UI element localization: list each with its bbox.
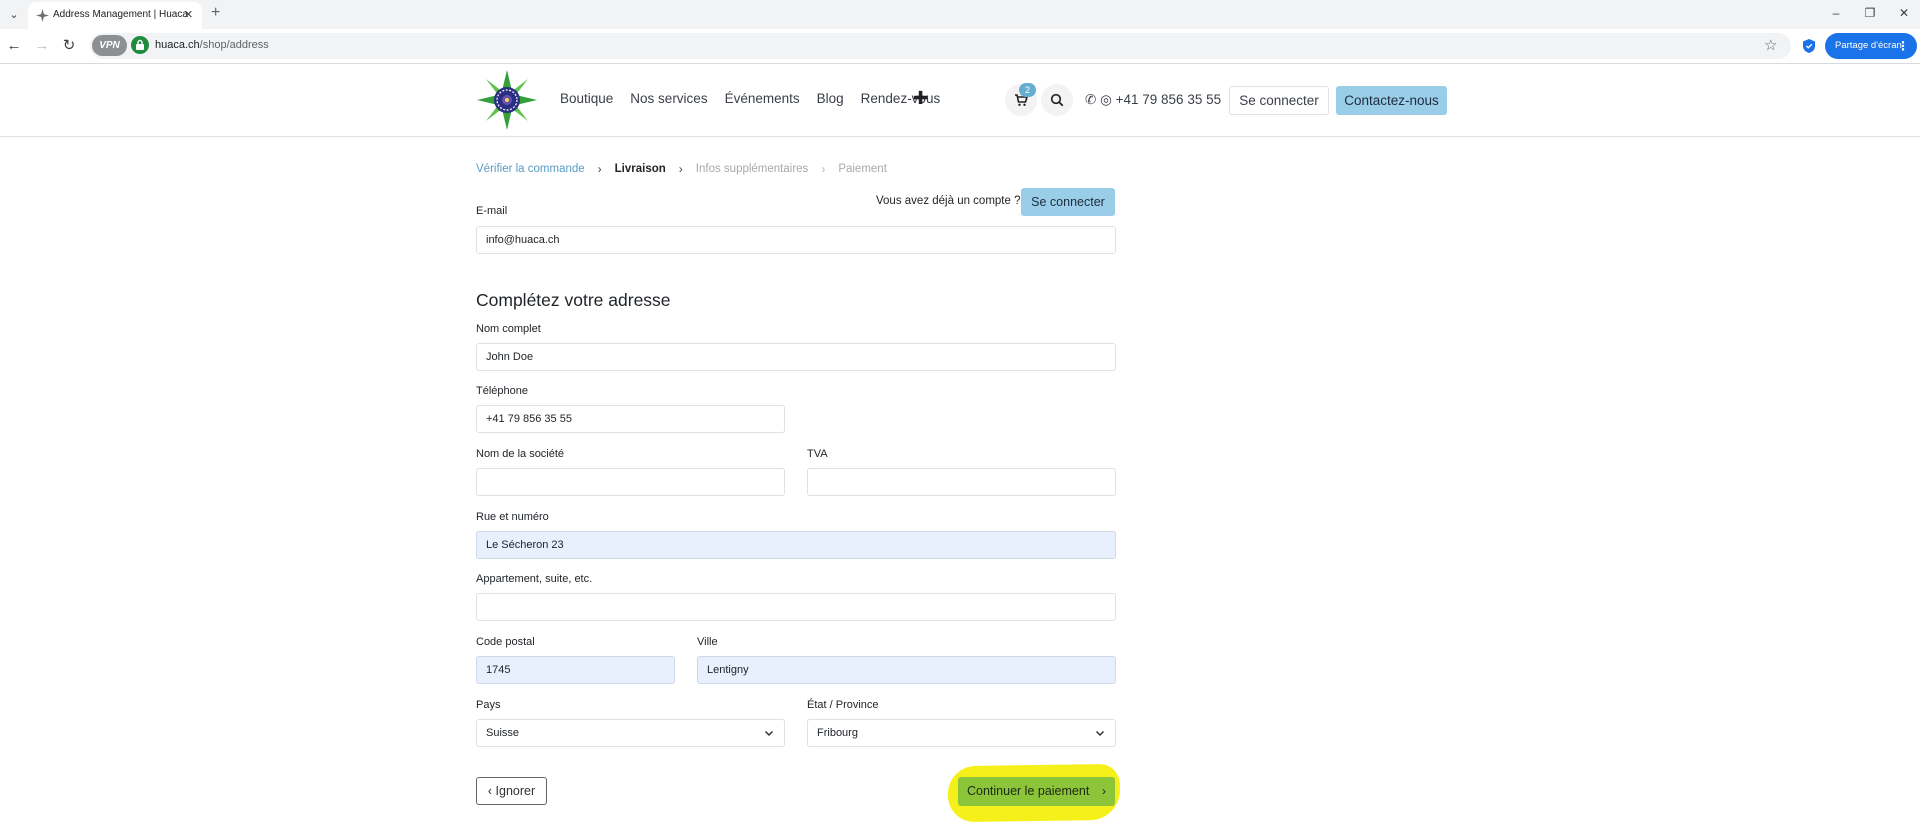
name-label: Nom complet [476, 323, 541, 335]
nav-blog[interactable]: Blog [817, 91, 844, 106]
vpn-badge[interactable]: VPN [92, 35, 127, 56]
chevron-down-icon [764, 730, 774, 737]
continue-label: Continuer le paiement [967, 784, 1090, 798]
vat-label: TVA [807, 448, 828, 460]
zip-field[interactable]: 1745 [476, 656, 675, 684]
screen-share-button[interactable]: Partage d'écran ⋮ [1825, 33, 1917, 59]
state-label: État / Province [807, 699, 879, 711]
country-label: Pays [476, 699, 501, 711]
state-select[interactable]: Fribourg [807, 719, 1116, 747]
browser-toolbar: ← → ↻ VPN huaca.ch/shop/address ☆ Partag… [0, 29, 1920, 64]
chevron-right-icon: › [597, 162, 602, 176]
back-icon[interactable]: ← [4, 36, 24, 56]
chevron-right-icon: › [821, 162, 826, 176]
nav-boutique[interactable]: Boutique [560, 91, 613, 106]
ignore-button[interactable]: ‹ Ignorer [476, 777, 547, 805]
url-text[interactable]: huaca.ch/shop/address [155, 39, 269, 51]
chevron-left-icon: ‹ [487, 784, 493, 798]
browser-tab[interactable]: Address Management | Huaca × [28, 2, 202, 29]
chevron-down-icon [1095, 730, 1105, 737]
screen-share-label: Partage d'écran [1835, 40, 1902, 51]
step-verify-order[interactable]: Vérifier la commande [476, 163, 585, 175]
company-label: Nom de la société [476, 448, 565, 460]
cart-count-badge: 2 [1019, 83, 1036, 97]
lock-icon[interactable] [131, 36, 149, 54]
url-path: /shop/address [199, 39, 269, 51]
email-label: E-mail [476, 205, 508, 217]
site-header: Boutique Nos services Événements Blog Re… [0, 64, 1920, 137]
company-field[interactable] [476, 468, 785, 496]
more-icon[interactable]: ⋮ [1897, 33, 1909, 59]
step-payment: Paiement [838, 163, 887, 175]
new-tab-icon[interactable]: + [211, 3, 220, 23]
phone-icon: ✆ [1085, 92, 1097, 107]
header-phone[interactable]: ✆ ◎ +41 79 856 35 55 [1085, 92, 1221, 108]
search-button[interactable] [1041, 84, 1073, 116]
forward-icon[interactable]: → [32, 36, 52, 56]
street-field[interactable]: Le Sécheron 23 [476, 531, 1116, 559]
whatsapp-icon: ◎ [1100, 92, 1112, 107]
country-value: Suisse [486, 727, 520, 739]
checkout-progress: Vérifier la commande › Livraison › Infos… [476, 162, 887, 176]
zip-label: Code postal [476, 636, 535, 648]
street-label: Rue et numéro [476, 511, 549, 523]
restore-icon[interactable]: ❐ [1858, 4, 1882, 22]
plus-icon[interactable]: ✚ [913, 88, 928, 109]
main-navigation: Boutique Nos services Événements Blog Re… [560, 91, 957, 106]
bookmark-star-icon[interactable]: ☆ [1764, 37, 1777, 55]
phone-number: +41 79 856 35 55 [1115, 92, 1222, 107]
contact-button[interactable]: Contactez-nous [1336, 86, 1447, 115]
city-label: Ville [697, 636, 718, 648]
country-select[interactable]: Suisse [476, 719, 785, 747]
tab-title: Address Management | Huaca [53, 9, 188, 20]
shield-icon[interactable] [1800, 37, 1818, 55]
apartment-field[interactable] [476, 593, 1116, 621]
email-field[interactable]: info@huaca.ch [476, 226, 1116, 254]
chevron-right-icon: › [678, 162, 683, 176]
already-account-text: Vous avez déjà un compte ? [876, 195, 1021, 207]
step-delivery: Livraison [614, 163, 666, 175]
signin-button[interactable]: Se connecter [1021, 188, 1115, 216]
chevron-right-icon: › [1102, 784, 1106, 798]
apartment-label: Appartement, suite, etc. [476, 573, 593, 585]
phone-field[interactable]: +41 79 856 35 55 [476, 405, 785, 433]
close-tab-icon[interactable]: × [184, 5, 193, 25]
url-host: huaca.ch [155, 39, 200, 51]
nav-evenements[interactable]: Événements [725, 91, 800, 106]
reload-icon[interactable]: ↻ [59, 36, 79, 56]
continue-payment-button[interactable]: Continuer le paiement › [958, 777, 1115, 806]
phone-label: Téléphone [476, 385, 528, 397]
nav-nos-services[interactable]: Nos services [630, 91, 707, 106]
address-bar[interactable] [90, 33, 1791, 59]
nav-rendez-vous[interactable]: Rendez-vous [861, 91, 941, 106]
tab-search-icon[interactable]: ⌄ [5, 6, 23, 24]
browser-tab-bar: ⌄ Address Management | Huaca × + – ❐ ✕ [0, 0, 1920, 29]
minimize-icon[interactable]: – [1824, 4, 1848, 22]
state-value: Fribourg [817, 727, 858, 739]
vat-field[interactable] [807, 468, 1116, 496]
huaca-logo[interactable] [476, 69, 538, 131]
address-section-title: Complétez votre adresse [476, 290, 671, 310]
favicon-icon [36, 9, 49, 22]
ignore-label: Ignorer [495, 784, 536, 798]
search-icon [1050, 93, 1064, 107]
step-extra-info: Infos supplémentaires [695, 163, 809, 175]
city-field[interactable]: Lentigny [697, 656, 1116, 684]
close-window-icon[interactable]: ✕ [1892, 4, 1916, 22]
name-field[interactable]: John Doe [476, 343, 1116, 371]
header-login-button[interactable]: Se connecter [1229, 86, 1329, 115]
